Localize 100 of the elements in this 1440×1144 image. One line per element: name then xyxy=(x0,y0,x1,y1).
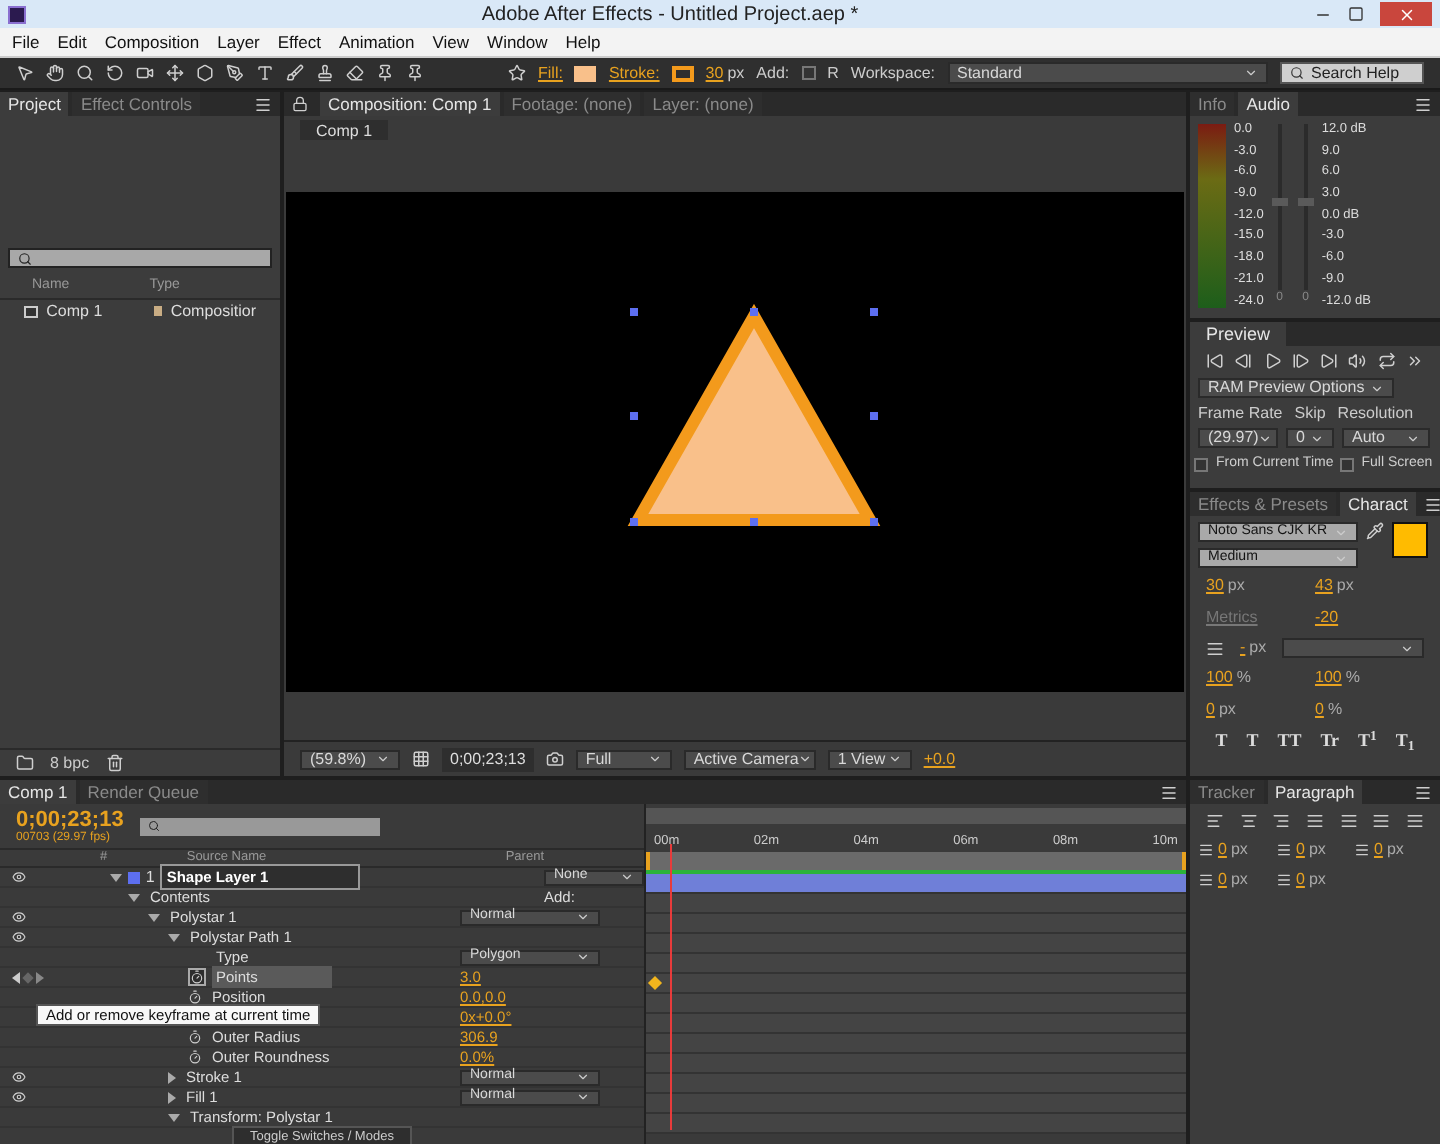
visibility-eye-icon[interactable] xyxy=(12,1090,26,1104)
close-button[interactable] xyxy=(1380,2,1432,26)
volume-slider-thumb[interactable] xyxy=(1297,198,1314,207)
visibility-eye-icon[interactable] xyxy=(12,930,26,944)
pin-tool-icon[interactable] xyxy=(406,64,424,82)
menu-item[interactable]: Animation xyxy=(338,29,415,55)
panel-menu-icon[interactable] xyxy=(1423,495,1440,513)
paragraph-align-icon[interactable] xyxy=(1339,812,1358,830)
type-style-button[interactable]: Tr xyxy=(1320,728,1340,755)
stamp-tool-icon[interactable] xyxy=(316,64,334,82)
panel-tab[interactable]: Footage: (none) xyxy=(503,92,641,116)
panel-menu-icon[interactable] xyxy=(1160,783,1178,801)
stopwatch-icon[interactable] xyxy=(188,1050,202,1064)
panel-menu-icon[interactable] xyxy=(1414,95,1432,113)
search-field[interactable] xyxy=(8,248,272,268)
paragraph-align-icon[interactable] xyxy=(1239,812,1258,830)
menu-item[interactable]: Edit xyxy=(57,29,87,55)
volume-slider-thumb[interactable] xyxy=(1271,198,1288,207)
zoom-tool-icon[interactable] xyxy=(76,64,94,82)
shape-tool-icon[interactable] xyxy=(196,64,214,82)
ram-preview-dropdown[interactable]: RAM Preview Options xyxy=(1198,378,1394,398)
menu-item[interactable]: Help xyxy=(565,29,601,55)
menu-item[interactable]: View xyxy=(432,29,470,55)
frame-rate-dropdown[interactable]: (29.97) xyxy=(1198,428,1278,448)
breadcrumb-tab[interactable]: Comp 1 xyxy=(300,119,389,139)
last-frame-icon[interactable] xyxy=(1320,351,1339,369)
loop-icon[interactable] xyxy=(1377,351,1396,369)
pan-tool-icon[interactable] xyxy=(166,64,184,82)
panel-tab[interactable]: Effect Controls xyxy=(72,92,201,116)
paragraph-align-icon[interactable] xyxy=(1406,812,1425,830)
visibility-eye-icon[interactable] xyxy=(12,910,26,924)
panel-tab[interactable]: Charact xyxy=(1340,492,1416,516)
type-style-button[interactable]: T xyxy=(1215,728,1228,755)
panel-tab[interactable]: Info xyxy=(1190,92,1235,116)
stroke-swatch[interactable] xyxy=(671,65,694,81)
search-field[interactable]: Search Help xyxy=(1279,62,1424,84)
panel-tab[interactable]: Layer: (none) xyxy=(644,92,762,116)
stopwatch-icon[interactable] xyxy=(188,1030,202,1044)
expanded-caret-icon[interactable] xyxy=(168,933,180,941)
indent-icon[interactable] xyxy=(1276,872,1292,888)
visibility-eye-icon[interactable] xyxy=(12,1070,26,1084)
panel-tab[interactable]: Preview xyxy=(1190,322,1287,346)
resolution-dropdown[interactable]: Full xyxy=(575,749,672,769)
menu-item[interactable]: Window xyxy=(487,29,548,55)
stroke-width-icon[interactable] xyxy=(1206,639,1224,657)
type-style-button[interactable]: TT xyxy=(1277,728,1302,755)
collapsed-caret-icon[interactable] xyxy=(168,1091,176,1103)
panel-menu-icon[interactable] xyxy=(1414,783,1432,801)
hand-tool-icon[interactable] xyxy=(46,64,64,82)
keyframe-icon[interactable] xyxy=(647,975,663,991)
previous-frame-icon[interactable] xyxy=(1234,351,1253,369)
menu-item[interactable]: Composition xyxy=(104,29,200,55)
brush-tool-icon[interactable] xyxy=(286,64,304,82)
next-frame-icon[interactable] xyxy=(1291,351,1310,369)
maximize-icon[interactable] xyxy=(1348,6,1364,22)
type-style-button[interactable]: T$^{1}$ xyxy=(1358,728,1377,755)
type-style-button[interactable]: T$_{1}$ xyxy=(1395,728,1415,755)
pen-tool-icon[interactable] xyxy=(226,64,244,82)
panel-tab[interactable]: Paragraph xyxy=(1267,780,1363,804)
fill-swatch[interactable] xyxy=(574,65,597,81)
resolution-dropdown[interactable]: Auto xyxy=(1342,428,1430,448)
folder-icon[interactable] xyxy=(16,754,34,772)
paragraph-align-icon[interactable] xyxy=(1272,812,1291,830)
rotate-tool-icon[interactable] xyxy=(106,64,124,82)
menu-item[interactable]: Layer xyxy=(217,29,260,55)
grid-icon[interactable] xyxy=(412,750,430,768)
panel-tab[interactable]: Comp 1 xyxy=(0,780,76,804)
menu-item[interactable]: Effect xyxy=(277,29,321,55)
panel-tab[interactable]: Audio xyxy=(1238,92,1298,116)
panel-tab[interactable]: Composition: Comp 1 xyxy=(320,92,500,116)
type-style-button[interactable]: T xyxy=(1246,728,1259,755)
camera-tool-icon[interactable] xyxy=(136,64,154,82)
expanded-caret-icon[interactable] xyxy=(128,893,140,901)
camera-dropdown[interactable]: Active Camera xyxy=(683,749,816,769)
selection-tool-icon[interactable] xyxy=(16,64,34,82)
expanded-caret-icon[interactable] xyxy=(168,1113,180,1121)
play-icon[interactable] xyxy=(1263,351,1282,369)
indent-icon[interactable] xyxy=(1354,842,1370,858)
indent-icon[interactable] xyxy=(1198,872,1214,888)
skip-dropdown[interactable]: 0 xyxy=(1286,428,1334,448)
panel-tab[interactable]: Render Queue xyxy=(79,780,208,804)
camera-icon[interactable] xyxy=(545,750,564,768)
expanded-caret-icon[interactable] xyxy=(148,913,160,921)
keyframe-navigator-icon[interactable] xyxy=(12,971,44,983)
paragraph-align-icon[interactable] xyxy=(1372,812,1391,830)
pin-tool-icon[interactable] xyxy=(376,64,394,82)
fill-color-swatch[interactable] xyxy=(1392,522,1428,558)
menu-item[interactable]: File xyxy=(12,29,40,55)
indent-icon[interactable] xyxy=(1276,842,1292,858)
eyedropper-icon[interactable] xyxy=(1366,522,1384,540)
panel-menu-icon[interactable] xyxy=(254,95,272,113)
collapsed-caret-icon[interactable] xyxy=(168,1071,176,1083)
panel-tab[interactable]: Project xyxy=(0,92,69,116)
star-icon[interactable] xyxy=(508,64,526,82)
trash-icon[interactable] xyxy=(105,754,124,772)
checkbox[interactable] xyxy=(1339,457,1354,472)
workspace-dropdown[interactable]: Standard xyxy=(947,62,1267,84)
panel-tab[interactable]: Tracker xyxy=(1190,780,1263,804)
checkbox[interactable] xyxy=(1194,457,1208,472)
paragraph-align-icon[interactable] xyxy=(1305,812,1324,830)
